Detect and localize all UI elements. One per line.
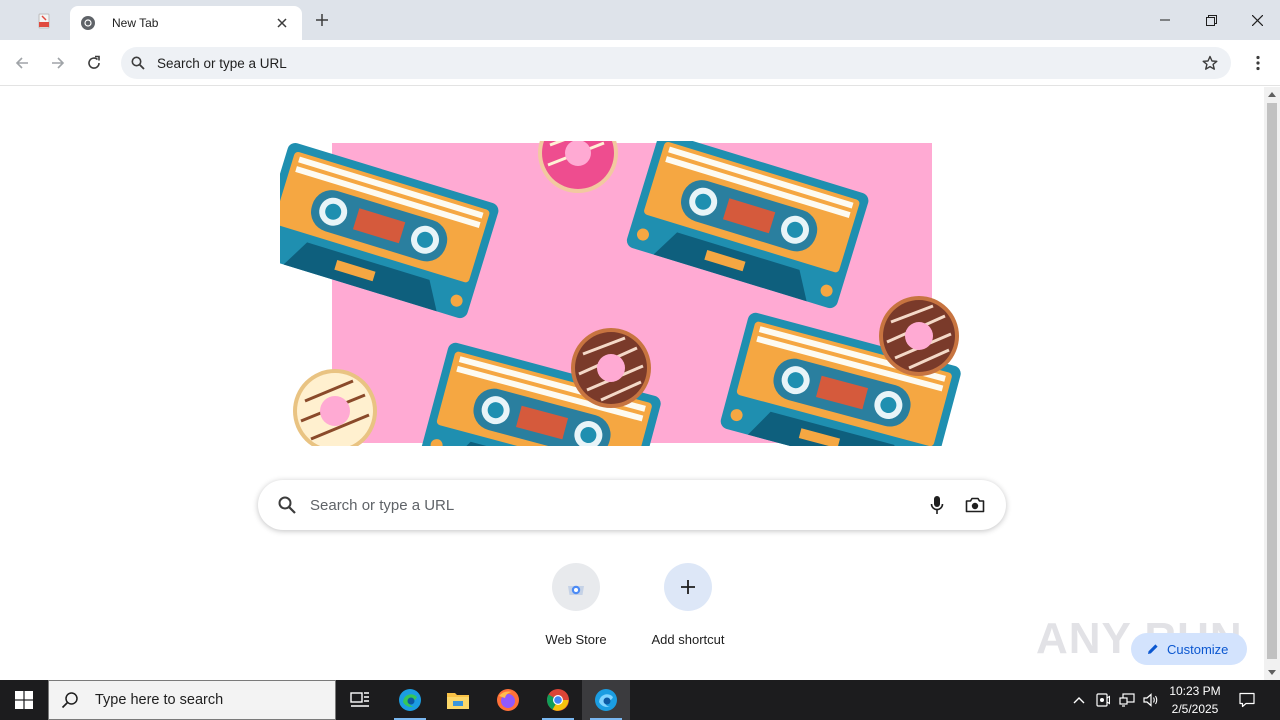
back-arrow-icon (15, 57, 28, 69)
taskbar-firefox[interactable] (484, 680, 532, 720)
scroll-up-icon[interactable] (1268, 92, 1276, 97)
customize-label: Customize (1167, 641, 1229, 657)
shortcut-label: Web Store (545, 632, 607, 647)
doodle-image[interactable] (280, 141, 965, 446)
volume-icon (1143, 693, 1158, 707)
taskbar-edge[interactable] (386, 680, 434, 720)
search-icon (274, 492, 300, 518)
pinned-tab-pdf[interactable] (26, 8, 62, 34)
firefox-icon (497, 689, 519, 711)
close-tab-icon[interactable] (272, 13, 292, 33)
task-view-button[interactable] (336, 680, 384, 720)
clock-time: 10:23 PM (1169, 684, 1221, 698)
shortcut-add[interactable]: Add shortcut (632, 563, 744, 653)
camera-lens-icon[interactable] (960, 490, 990, 520)
address-bar[interactable]: Search or type a URL (121, 47, 1231, 79)
network-icon (1119, 693, 1135, 707)
taskbar-edge-active[interactable] (582, 680, 630, 720)
search-icon (123, 48, 153, 78)
tray-volume[interactable] (1140, 680, 1162, 720)
edge-icon (399, 689, 421, 711)
microphone-icon[interactable] (922, 490, 952, 520)
chrome-icon (547, 689, 569, 711)
tab-strip: New Tab (0, 0, 1280, 40)
plus-icon (664, 563, 712, 611)
pencil-icon (1148, 644, 1158, 654)
restore-button[interactable] (1188, 0, 1234, 40)
browser-toolbar: Search or type a URL (0, 40, 1280, 86)
page-scrollbar[interactable] (1264, 87, 1280, 680)
reload-button[interactable] (80, 49, 108, 77)
ntp-search-box[interactable]: Search or type a URL (258, 480, 1006, 530)
browser-menu-button[interactable] (1244, 49, 1272, 77)
shortcut-web-store[interactable]: Web Store (520, 563, 632, 653)
back-button[interactable] (8, 49, 36, 77)
address-bar-text: Search or type a URL (157, 55, 287, 71)
forward-arrow-icon (52, 57, 65, 69)
customize-button[interactable]: Customize (1131, 633, 1247, 665)
taskbar-search-placeholder: Type here to search (95, 692, 224, 708)
start-button[interactable] (0, 680, 48, 720)
new-tab-button[interactable] (308, 8, 336, 32)
pdf-icon (38, 13, 50, 29)
folder-icon (447, 693, 469, 709)
tray-meet-now[interactable] (1092, 680, 1114, 720)
tab-title: New Tab (112, 16, 159, 30)
forward-button[interactable] (44, 49, 72, 77)
reload-icon (88, 55, 100, 69)
chrome-icon (80, 15, 96, 31)
close-icon (1251, 14, 1263, 26)
tray-network[interactable] (1116, 680, 1138, 720)
search-icon (61, 692, 78, 709)
shortcut-label: Add shortcut (651, 632, 725, 647)
bookmark-star-icon[interactable] (1195, 48, 1225, 78)
windows-logo-icon (15, 691, 33, 709)
restore-icon (1205, 14, 1217, 26)
close-window-button[interactable] (1234, 0, 1280, 40)
meet-icon (1096, 693, 1110, 707)
task-view-icon (350, 692, 369, 707)
taskbar-clock[interactable]: 10:23 PM 2/5/2025 (1164, 682, 1226, 718)
new-tab-page: Search or type a URL Web Store Add short… (0, 87, 1264, 680)
edge-icon (595, 689, 617, 711)
webstore-icon (552, 563, 600, 611)
clock-date: 2/5/2025 (1171, 702, 1219, 716)
taskbar-chrome[interactable] (534, 680, 582, 720)
taskbar-file-explorer[interactable] (434, 680, 482, 720)
minimize-icon (1160, 19, 1170, 21)
search-placeholder: Search or type a URL (310, 496, 455, 514)
notification-icon (1239, 692, 1255, 708)
scroll-down-icon[interactable] (1268, 670, 1276, 675)
tab-new-tab[interactable]: New Tab (70, 6, 302, 40)
plus-icon (316, 14, 328, 26)
show-hidden-icons-button[interactable] (1068, 680, 1090, 720)
taskbar-search-box[interactable]: Type here to search (48, 680, 336, 720)
windows-taskbar: Type here to search 10:23 PM 2/5/2025 (0, 680, 1280, 720)
more-vert-icon (1256, 55, 1260, 71)
scrollbar-thumb[interactable] (1267, 103, 1277, 659)
notification-center-button[interactable] (1232, 680, 1262, 720)
chevron-up-icon (1073, 697, 1085, 704)
minimize-button[interactable] (1142, 0, 1188, 40)
